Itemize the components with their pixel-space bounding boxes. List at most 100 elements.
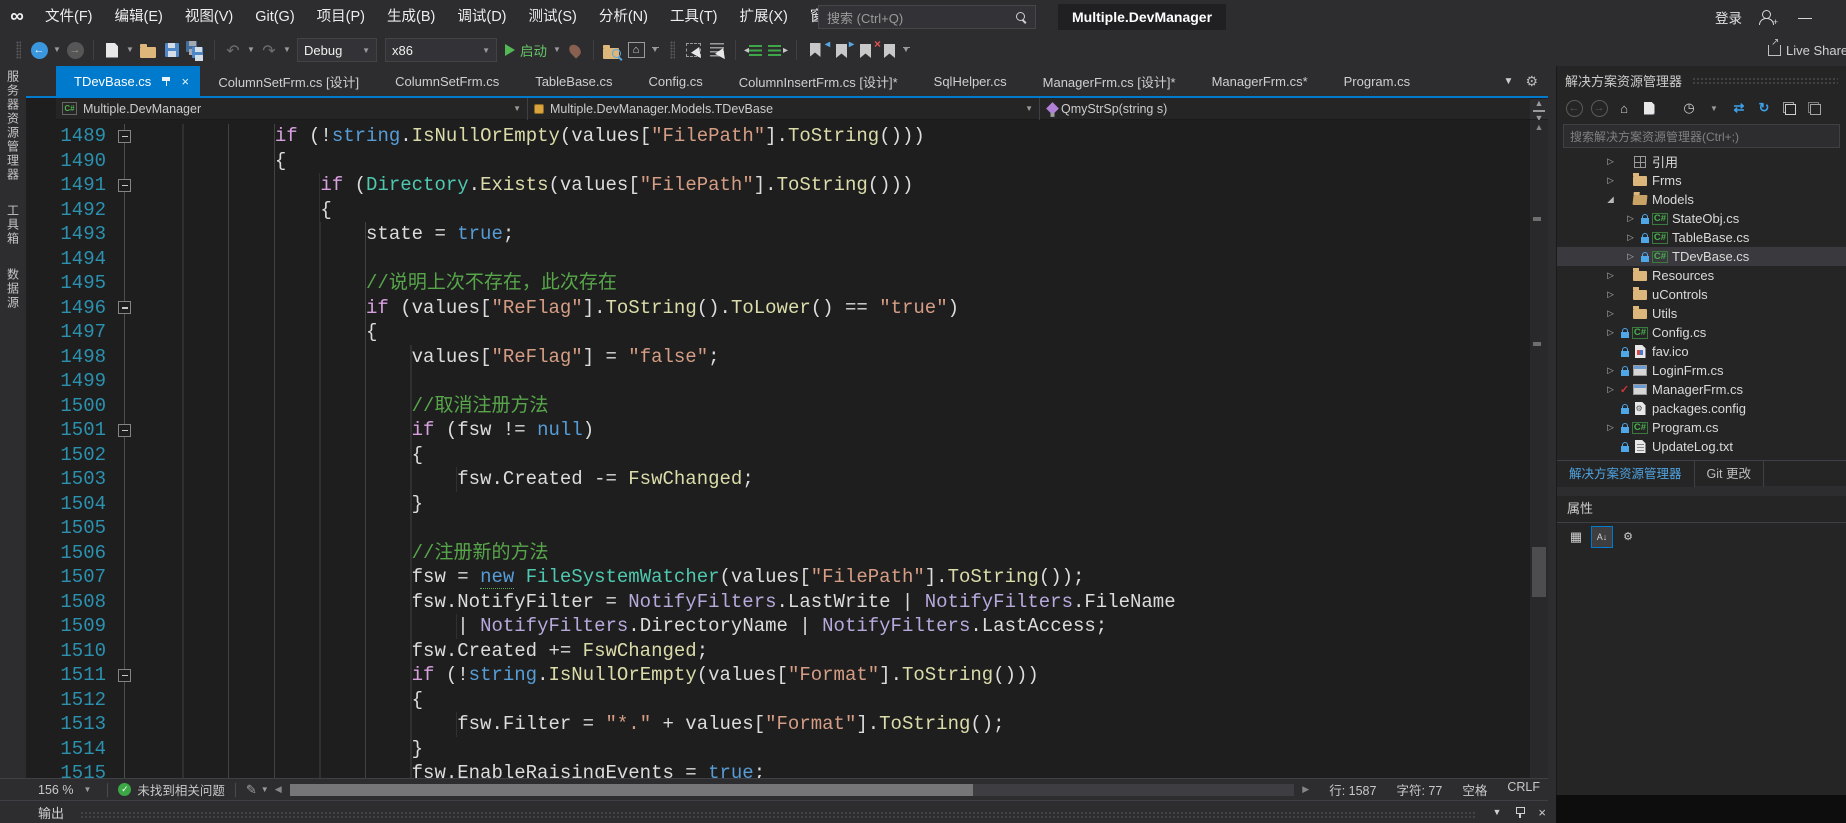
menu-item-7[interactable]: 调试(D) xyxy=(446,0,517,34)
chevron-down-button[interactable]: ▼ xyxy=(1703,97,1725,119)
redo-button[interactable]: ↷ xyxy=(257,37,281,63)
code-editor[interactable]: 1489if (!string.IsNullOrEmpty(values["Fi… xyxy=(56,120,1530,778)
code-line[interactable]: 1507fsw = new FileSystemWatcher(values["… xyxy=(56,565,1530,590)
menu-item-4[interactable]: Git(G) xyxy=(244,0,305,34)
home-window-button[interactable]: ⌂ xyxy=(624,37,648,63)
fold-collapse-button[interactable] xyxy=(118,179,131,192)
save-all-button[interactable] xyxy=(184,37,208,63)
scroll-up-arrow-icon[interactable]: ▲ xyxy=(1530,122,1548,132)
code-line[interactable]: 1500//取消注册方法 xyxy=(56,394,1530,419)
menu-item-11[interactable]: 扩展(X) xyxy=(729,0,799,34)
panel-splitter[interactable] xyxy=(1557,486,1846,496)
code-cleanup-icon[interactable]: ✎ xyxy=(246,782,257,798)
toolbar-overflow-button[interactable]: ▼ xyxy=(648,37,662,63)
scroll-left-arrow-icon[interactable]: ◀ xyxy=(269,784,288,795)
indent-button[interactable]: ▸ xyxy=(766,37,790,63)
expander-collapsed-icon[interactable]: ▷ xyxy=(1603,384,1618,395)
expander-collapsed-icon[interactable]: ▷ xyxy=(1603,422,1618,433)
outdent-button[interactable]: ◂ xyxy=(742,37,766,63)
menu-item-3[interactable]: 视图(V) xyxy=(174,0,244,34)
switch-views-button[interactable] xyxy=(1638,97,1660,119)
output-panel-header[interactable]: 输出 ▼ × xyxy=(0,800,1556,823)
toolbar-overflow-button[interactable]: ▼ xyxy=(899,37,913,63)
status-line-ending[interactable]: CRLF xyxy=(1507,780,1540,799)
expander-collapsed-icon[interactable]: ▷ xyxy=(1603,289,1618,300)
start-debug-button[interactable]: 启动 xyxy=(505,40,547,60)
tree-item-packages.config[interactable]: packages.config xyxy=(1557,399,1846,418)
expander-collapsed-icon[interactable]: ▷ xyxy=(1623,251,1638,262)
alphabetical-button[interactable]: A↓ xyxy=(1591,526,1613,548)
code-line[interactable]: 1491if (Directory.Exists(values["FilePat… xyxy=(56,173,1530,198)
menu-item-6[interactable]: 生成(B) xyxy=(376,0,446,34)
bookmark-clear-button[interactable]: × xyxy=(875,37,899,63)
status-line-number[interactable]: 行: 1587 xyxy=(1329,780,1376,799)
vertical-scrollbar-thumb[interactable] xyxy=(1532,547,1546,597)
tree-item-Config.cs[interactable]: ▷C#Config.cs xyxy=(1557,323,1846,342)
fold-collapse-button[interactable] xyxy=(118,669,131,682)
tree-item-Resources[interactable]: ▷Resources xyxy=(1557,266,1846,285)
solution-explorer-header[interactable]: 解决方案资源管理器 xyxy=(1557,66,1846,94)
panel-splitter[interactable] xyxy=(1548,66,1556,823)
expander-expanded-icon[interactable]: ◢ xyxy=(1603,194,1618,205)
tree-item-TDevBase.cs[interactable]: ▷C#TDevBase.cs xyxy=(1557,247,1846,266)
document-tab-SqlHelper.cs[interactable]: SqlHelper.cs xyxy=(916,66,1025,96)
platform-combo[interactable]: x86▼ xyxy=(385,38,497,62)
menu-item-9[interactable]: 分析(N) xyxy=(588,0,659,34)
gear-icon[interactable]: ⚙ xyxy=(1525,73,1538,90)
document-tab-ColumnSetFrm.cs[interactable]: ColumnSetFrm.cs xyxy=(377,66,517,96)
tree-item-Frms[interactable]: ▷Frms xyxy=(1557,171,1846,190)
tree-item-uControls[interactable]: ▷uControls xyxy=(1557,285,1846,304)
menu-item-5[interactable]: 项目(P) xyxy=(306,0,376,34)
code-line[interactable]: 1515fsw.EnableRaisingEvents = true; xyxy=(56,761,1530,778)
document-tab-Config.cs[interactable]: Config.cs xyxy=(631,66,721,96)
horizontal-scrollbar-thumb[interactable] xyxy=(290,784,973,796)
tree-item-TableBase.cs[interactable]: ▷C#TableBase.cs xyxy=(1557,228,1846,247)
code-line[interactable]: 1514} xyxy=(56,737,1530,762)
select-doc-button[interactable] xyxy=(705,37,729,63)
tree-item-UpdateLog.txt[interactable]: UpdateLog.txt xyxy=(1557,437,1846,456)
tree-item-Program.cs[interactable]: ▷C#Program.cs xyxy=(1557,418,1846,437)
code-line[interactable]: 1509| NotifyFilters.DirectoryName | Noti… xyxy=(56,614,1530,639)
document-tab-ColumnInsertFrm.cs-[interactable]: ColumnInsertFrm.cs [设计]* xyxy=(721,66,916,96)
menu-item-1[interactable]: 文件(F) xyxy=(34,0,104,34)
refresh-button[interactable]: ↻ xyxy=(1753,97,1775,119)
fold-collapse-button[interactable] xyxy=(118,424,131,437)
code-line[interactable]: 1505 xyxy=(56,516,1530,541)
document-tab-TDevBase.cs[interactable]: TDevBase.cs× xyxy=(56,66,200,96)
document-tab-Program.cs[interactable]: Program.cs xyxy=(1326,66,1428,96)
document-tab-ColumnSetFrm.cs-[interactable]: ColumnSetFrm.cs [设计] xyxy=(200,66,377,96)
tree-item--[interactable]: ▷引用 xyxy=(1557,152,1846,171)
expander-collapsed-icon[interactable]: ▷ xyxy=(1603,308,1618,319)
code-line[interactable]: 1490{ xyxy=(56,149,1530,174)
split-editor-handle[interactable]: ▲▼ xyxy=(1530,99,1548,119)
find-in-files-button[interactable] xyxy=(600,37,624,63)
hot-reload-button[interactable] xyxy=(563,37,587,63)
chevron-down-icon[interactable]: ▼ xyxy=(1492,807,1501,817)
chevron-down-icon[interactable]: ▼ xyxy=(245,37,257,63)
se-back-button[interactable]: ← xyxy=(1563,97,1585,119)
chevron-down-icon[interactable]: ▼ xyxy=(281,37,293,63)
property-pages-button[interactable]: ⚙ xyxy=(1617,526,1639,548)
code-line[interactable]: 1501if (fsw != null) xyxy=(56,418,1530,443)
tree-item-Utils[interactable]: ▷Utils xyxy=(1557,304,1846,323)
bookmark-prev-button[interactable]: ◂ xyxy=(827,37,851,63)
open-folder-button[interactable] xyxy=(136,37,160,63)
breadcrumb-type-dropdown[interactable]: Multiple.DevManager.Models.TDevBase ▼ xyxy=(528,98,1040,120)
scroll-right-arrow-icon[interactable]: ▶ xyxy=(1296,784,1315,795)
minimize-button[interactable]: — xyxy=(1790,9,1820,25)
status-column-number[interactable]: 字符: 77 xyxy=(1396,780,1442,799)
code-line[interactable]: 1495//说明上次不存在，此次存在 xyxy=(56,271,1530,296)
document-tab-TableBase.cs[interactable]: TableBase.cs xyxy=(517,66,630,96)
status-whitespace-mode[interactable]: 空格 xyxy=(1462,780,1487,799)
expander-collapsed-icon[interactable]: ▷ xyxy=(1623,232,1638,243)
fold-collapse-button[interactable] xyxy=(118,130,131,143)
code-line[interactable]: 1503fsw.Created -= FswChanged; xyxy=(56,467,1530,492)
code-line[interactable]: 1498values["ReFlag"] = "false"; xyxy=(56,345,1530,370)
pin-icon[interactable] xyxy=(1515,806,1524,819)
pin-icon[interactable] xyxy=(161,75,171,87)
code-line[interactable]: 1494 xyxy=(56,247,1530,272)
sync-with-active-document-button[interactable]: ⇄ xyxy=(1728,97,1750,119)
tree-item-Models[interactable]: ◢Models xyxy=(1557,190,1846,209)
expander-collapsed-icon[interactable]: ▷ xyxy=(1603,175,1618,186)
code-line[interactable]: 1493state = true; xyxy=(56,222,1530,247)
